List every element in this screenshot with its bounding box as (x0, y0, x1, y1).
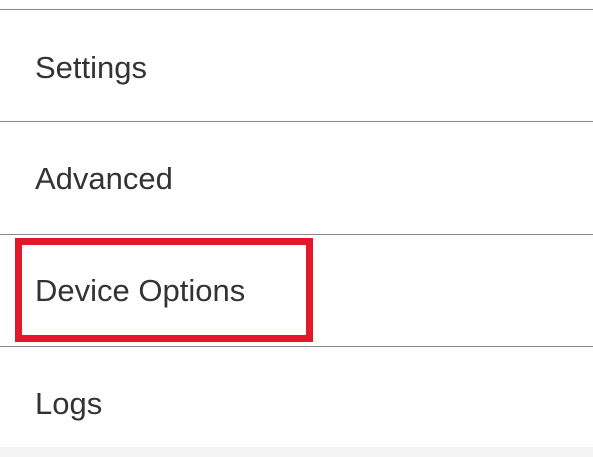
menu-item-settings[interactable]: Settings (0, 10, 593, 120)
settings-menu-list: Settings Advanced Device Options Logs (0, 0, 593, 457)
menu-item-advanced[interactable]: Advanced (0, 122, 593, 232)
menu-item-label: Settings (35, 50, 148, 85)
menu-item-logs[interactable]: Logs (0, 347, 593, 457)
bottom-band (0, 447, 593, 457)
menu-item-label: Device Options (35, 273, 246, 308)
menu-item-label: Advanced (35, 161, 173, 196)
menu-item-device-options[interactable]: Device Options (0, 235, 593, 345)
menu-item-label: Logs (35, 386, 103, 421)
